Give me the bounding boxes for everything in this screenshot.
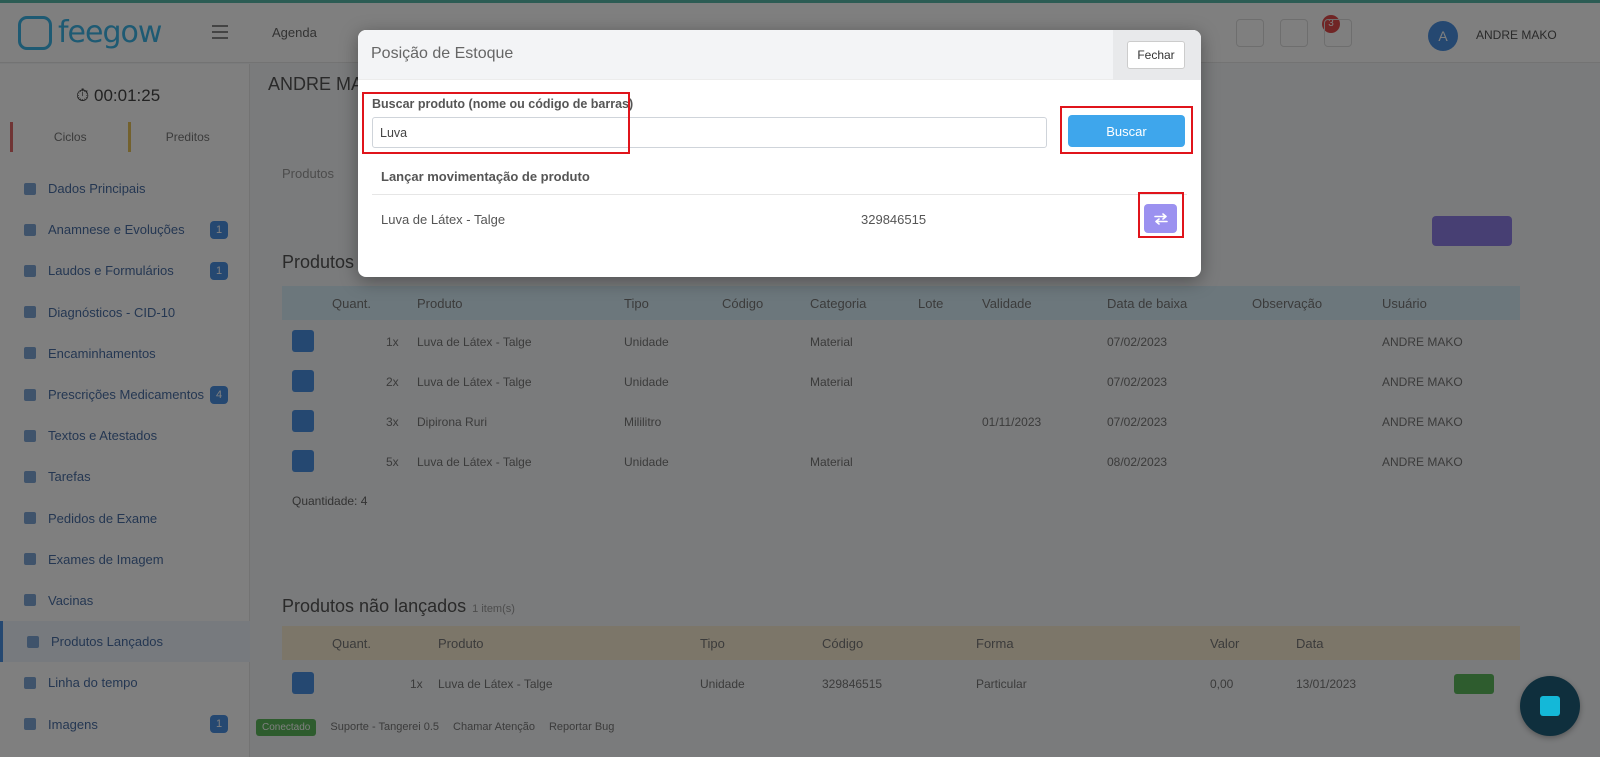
help-widget-icon	[1540, 696, 1560, 716]
result-product-code: 329846515	[861, 212, 927, 227]
modal-header: Posição de Estoque Fechar	[358, 30, 1201, 80]
result-product-name: Luva de Látex - Talge	[381, 212, 506, 227]
search-button[interactable]: Buscar	[1068, 115, 1185, 147]
search-label: Buscar produto (nome ou código de barras…	[372, 97, 634, 111]
results-header: Lançar movimentação de produto	[381, 169, 590, 184]
modal-title: Posição de Estoque	[371, 45, 514, 62]
exchange-arrows-icon	[1153, 212, 1168, 225]
help-widget-button[interactable]	[1520, 676, 1580, 736]
results-divider	[372, 194, 1187, 195]
close-button[interactable]: Fechar	[1127, 41, 1185, 69]
modal-close-area: Fechar	[1113, 30, 1201, 80]
stock-position-modal: Posição de Estoque Fechar Buscar produto…	[358, 30, 1201, 277]
transfer-button[interactable]	[1144, 204, 1177, 233]
search-input[interactable]	[372, 117, 1047, 148]
